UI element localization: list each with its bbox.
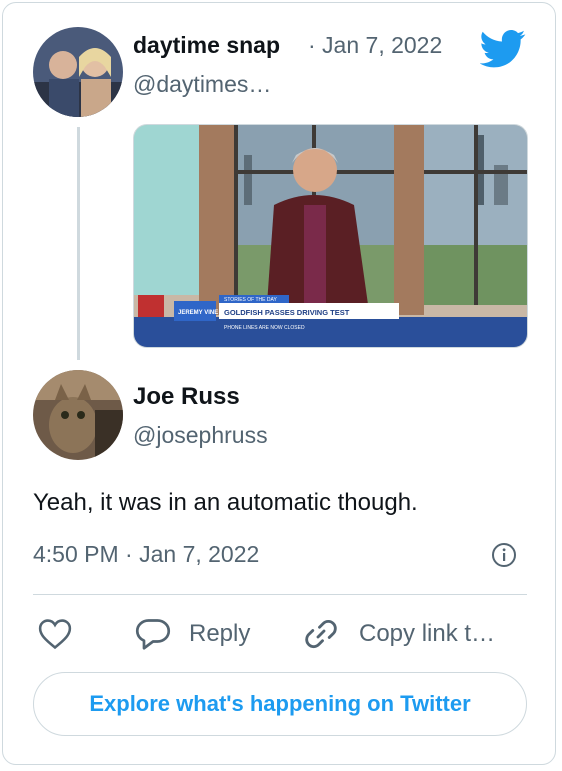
thread-connector-line (77, 127, 80, 360)
divider (33, 594, 527, 595)
copy-link-button[interactable]: Copy link t… (303, 614, 495, 654)
banner-headline: GOLDFISH PASSES DRIVING TEST (224, 308, 350, 317)
reply-handle[interactable]: @josephruss (133, 421, 268, 449)
copy-link-label: Copy link t… (359, 620, 496, 647)
reply-label: Reply (189, 620, 251, 647)
explore-button-label: Explore what's happening on Twitter (89, 691, 471, 716)
twitter-bird-icon[interactable] (479, 29, 526, 69)
parent-date[interactable]: · Jan 7, 2022 (308, 31, 442, 59)
info-icon[interactable] (491, 542, 517, 568)
reply-button[interactable]: Reply (135, 614, 250, 654)
tweet-media-image[interactable]: STORIES OF THE DAY GOLDFISH PASSES DRIVI… (133, 124, 528, 348)
like-button[interactable] (38, 614, 72, 654)
speech-bubble-icon (135, 619, 171, 650)
show-logo-text: JEREMY VINE (178, 310, 218, 316)
parent-handle[interactable]: @daytimes… (133, 70, 271, 98)
explore-button[interactable]: Explore what's happening on Twitter (33, 672, 527, 736)
banner-small-text: STORIES OF THE DAY (224, 297, 277, 303)
tweet-text: Yeah, it was in an automatic though. (33, 489, 418, 516)
parent-avatar[interactable] (33, 27, 123, 117)
heart-icon (38, 619, 72, 650)
tweet-timestamp[interactable]: 4:50 PM · Jan 7, 2022 (33, 539, 259, 569)
reply-display-name[interactable]: Joe Russ (133, 382, 240, 412)
banner-sub-text: PHONE LINES ARE NOW CLOSED (224, 325, 305, 331)
reply-avatar[interactable] (33, 370, 123, 460)
link-icon (305, 619, 337, 649)
parent-display-name[interactable]: daytime snap (133, 31, 308, 59)
